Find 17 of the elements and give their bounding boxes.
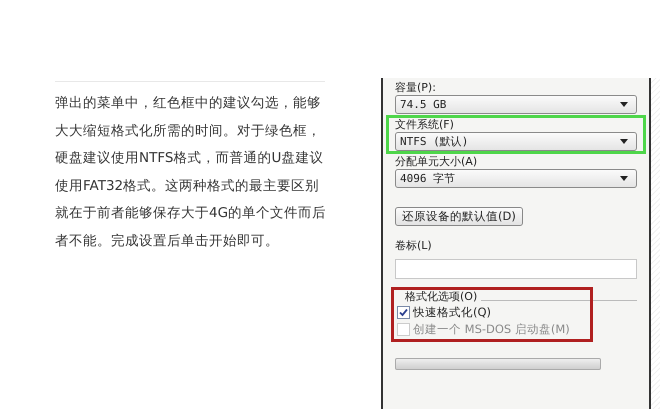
field-label: 卷标(L) <box>395 239 433 253</box>
dropdown[interactable]: 74.5 GB <box>395 95 637 114</box>
caret-icon <box>620 176 628 181</box>
field-label: 容量(P): <box>395 81 437 95</box>
dropdown[interactable]: NTFS (默认) <box>395 132 637 151</box>
checkbox-label: 快速格式化(Q) <box>413 305 492 320</box>
checkbox[interactable] <box>397 306 410 319</box>
caret-icon <box>620 139 628 144</box>
article-paragraph: 弹出的菜单中，红色框中的建议勾选，能够大大缩短格式化所需的时间。对于绿色框，硬盘建议使用NTFS格式，而普通的U盘建议使用FAT32格式。这两种格式的最主要区别就在于前者能够保存大于4G的单个文件而后者不能。完成设置后单击开始即可。 <box>55 94 327 251</box>
checkbox-label: 创建一个 MS-DOS 启动盘(M) <box>413 322 570 337</box>
input-field[interactable] <box>395 259 637 279</box>
restore-defaults-button[interactable]: 还原设备的默认值(D) <box>395 207 523 226</box>
field-label: 分配单元大小(A) <box>395 155 478 169</box>
field-label: 文件系统(F) <box>395 118 455 132</box>
group-title: 格式化选项(O) <box>405 290 478 304</box>
dropdown[interactable]: 4096 字节 <box>395 169 637 188</box>
caret-icon <box>620 102 628 107</box>
